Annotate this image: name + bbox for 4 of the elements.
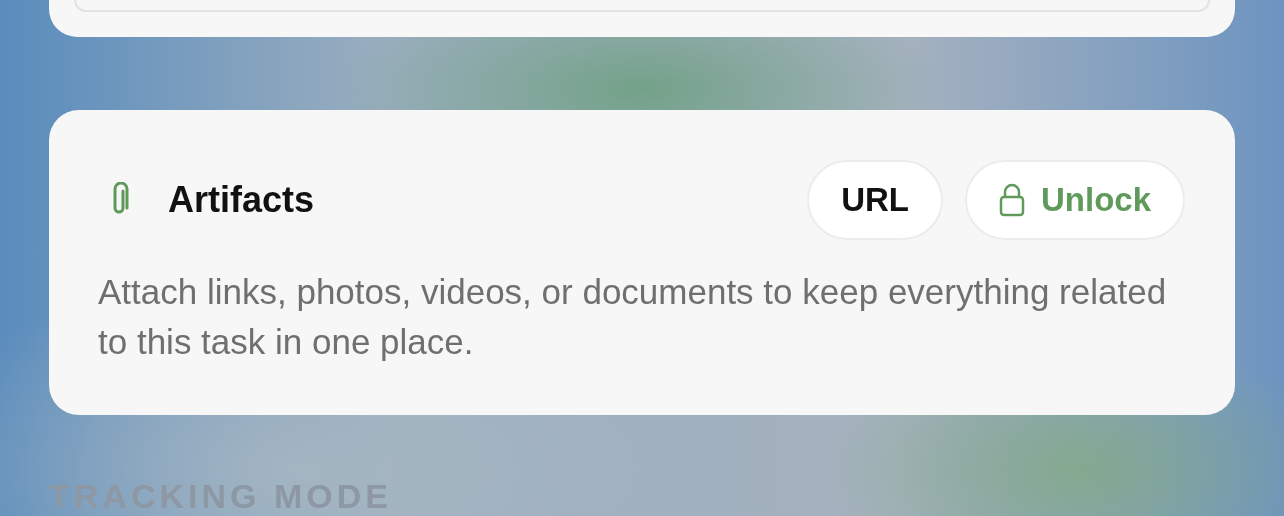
card-description: Attach links, photos, videos, or documents to keep everything related to this task in one place.: [98, 271, 1168, 363]
url-button[interactable]: URL: [807, 160, 943, 240]
card-title: Artifacts: [168, 179, 316, 221]
lock-icon: [998, 183, 1025, 217]
